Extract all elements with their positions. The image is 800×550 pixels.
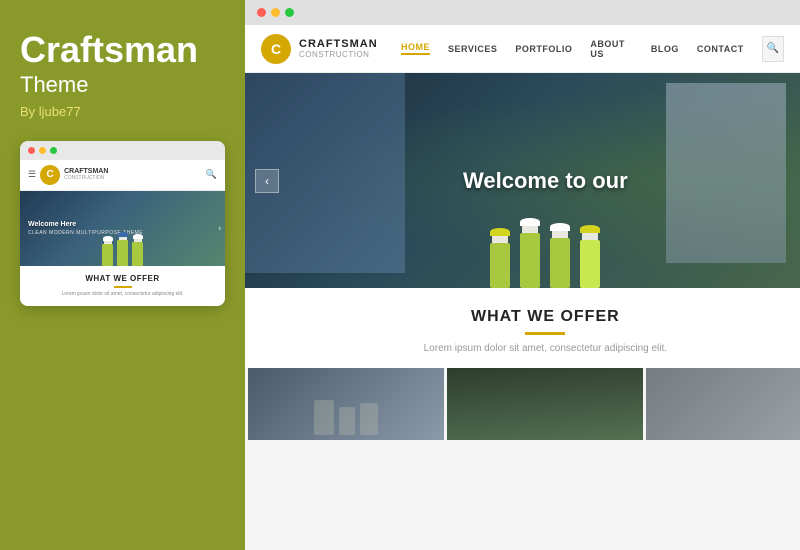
offer-description: Lorem ipsum dolor sit amet, consectetur …	[261, 343, 800, 354]
mini-brand-sub: CONSTRUCTION	[64, 175, 108, 181]
mini-offer-line	[114, 286, 132, 288]
mini-offer-title: WHAT WE OFFER	[28, 274, 217, 283]
worker-2	[520, 221, 540, 288]
browser-chrome	[245, 0, 800, 25]
offer-divider	[525, 332, 565, 335]
browser-content: C CRAFTSMAN CONSTRUCTION HOME SERVICES P…	[245, 25, 800, 550]
mini-logo-icon: C	[40, 165, 60, 185]
mini-hero: Welcome Here CLEAN MODERN MULTIPURPOSE T…	[20, 191, 225, 266]
browser-dot-green	[285, 8, 294, 17]
mini-dot-green	[50, 147, 57, 154]
portfolio-item-2	[447, 368, 643, 440]
worker-4	[580, 228, 600, 288]
portfolio-item-3	[646, 368, 800, 440]
nav-link-blog[interactable]: BLOG	[651, 44, 679, 54]
portfolio-figure	[314, 400, 334, 435]
mini-brand-text: CRAFTSMAN	[64, 168, 108, 176]
left-panel: Craftsman Theme By ljube77 ☰ C CRAFTSMAN…	[0, 0, 245, 550]
site-hero: Welcome to our ‹ ›	[245, 73, 800, 288]
portfolio-grid	[245, 368, 800, 443]
mini-logo: C CRAFTSMAN CONSTRUCTION	[40, 165, 108, 185]
mini-offer-text: Lorem ipsum dolor sit amet, consectetur …	[28, 291, 217, 298]
search-icon: 🔍	[766, 43, 778, 54]
site-navbar: C CRAFTSMAN CONSTRUCTION HOME SERVICES P…	[245, 25, 800, 73]
mini-worker-1	[102, 238, 113, 266]
offer-title: WHAT WE OFFER	[261, 308, 800, 326]
portfolio-item-1	[248, 368, 444, 440]
site-nav-links: HOME SERVICES PORTFOLIO ABOUT US BLOG CO…	[401, 36, 800, 62]
mini-dot-red	[28, 147, 35, 154]
right-panel: C CRAFTSMAN CONSTRUCTION HOME SERVICES P…	[245, 0, 800, 550]
nav-link-portfolio[interactable]: PORTFOLIO	[515, 44, 572, 54]
building-element	[666, 83, 786, 263]
hero-prev-button[interactable]: ‹	[255, 169, 279, 193]
mini-offer-section: WHAT WE OFFER Lorem ipsum dolor sit amet…	[20, 266, 225, 306]
hero-content: Welcome to our	[463, 168, 628, 194]
worker-1	[490, 231, 510, 288]
arrow-left-icon: ‹	[265, 174, 269, 188]
site-brand-text: CRAFTSMAN	[299, 38, 378, 50]
mini-worker-2	[117, 234, 128, 266]
nav-link-home[interactable]: HOME	[401, 42, 430, 55]
mini-browser-bar	[20, 141, 225, 160]
browser-dot-yellow	[271, 8, 280, 17]
worker-3	[550, 226, 570, 288]
hero-title: Welcome to our	[463, 168, 628, 194]
portfolio-figure	[360, 403, 378, 435]
portfolio-figure	[339, 407, 355, 435]
mini-search-icon: 🔍	[206, 169, 217, 180]
mini-nav: ☰ C CRAFTSMAN CONSTRUCTION 🔍	[20, 160, 225, 191]
site-brand-sub: CONSTRUCTION	[299, 50, 378, 59]
nav-search-button[interactable]: 🔍	[762, 36, 784, 62]
nav-link-contact[interactable]: CONTACT	[697, 44, 744, 54]
nav-link-about[interactable]: ABOUT US	[590, 39, 633, 59]
nav-link-services[interactable]: SERVICES	[448, 44, 497, 54]
site-logo-icon: C	[261, 34, 291, 64]
theme-label: Theme	[20, 72, 225, 98]
mini-worker-3	[132, 236, 143, 266]
offer-section: WHAT WE OFFER Lorem ipsum dolor sit amet…	[245, 288, 800, 368]
author-label: By ljube77	[20, 104, 225, 119]
mini-browser-mockup: ☰ C CRAFTSMAN CONSTRUCTION 🔍 Welcome Her…	[20, 141, 225, 306]
mini-hamburger-icon: ☰	[28, 169, 36, 180]
browser-dot-red	[257, 8, 266, 17]
theme-name: Craftsman	[20, 30, 225, 70]
mini-dot-yellow	[39, 147, 46, 154]
site-logo: C CRAFTSMAN CONSTRUCTION	[261, 34, 401, 64]
